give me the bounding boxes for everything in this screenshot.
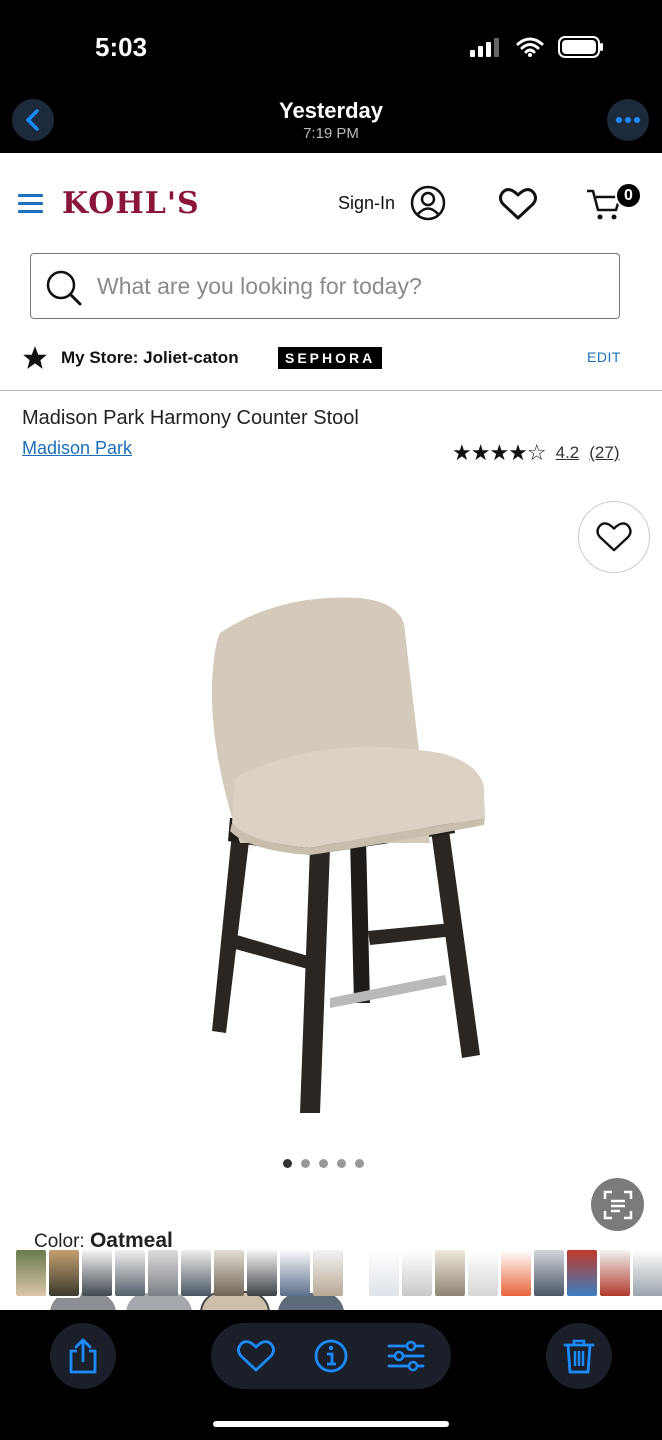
kohls-logo[interactable]: KOHL'S — [62, 186, 200, 221]
sliders-icon[interactable] — [387, 1338, 425, 1374]
hamburger-menu-icon[interactable] — [18, 193, 44, 215]
photo-thumbnail[interactable] — [435, 1250, 465, 1296]
kohls-product-page: KOHL'S Sign-In 0 My Store: Joliet-caton … — [0, 153, 662, 1310]
store-bar: My Store: Joliet-caton SEPHORA EDIT — [0, 333, 662, 391]
ellipsis-icon — [616, 117, 640, 123]
photo-thumbnail[interactable] — [501, 1250, 531, 1296]
photo-thumbnail[interactable] — [313, 1250, 343, 1296]
photos-toolbar — [0, 1310, 662, 1440]
heart-icon — [596, 522, 632, 552]
cart-count-badge: 0 — [615, 182, 642, 209]
sephora-badge[interactable]: SEPHORA — [278, 347, 383, 369]
photo-thumbnail[interactable] — [600, 1250, 630, 1296]
thumbnail-gap — [346, 1250, 366, 1296]
photo-thumbnail[interactable] — [247, 1250, 277, 1296]
photo-thumbnail[interactable] — [567, 1250, 597, 1296]
review-count[interactable]: (27) — [589, 443, 619, 463]
add-to-wishlist-button[interactable] — [578, 501, 650, 573]
star-icon — [23, 346, 47, 369]
search-icon — [46, 270, 82, 306]
photo-thumbnail[interactable] — [280, 1250, 310, 1296]
brand-link[interactable]: Madison Park — [22, 438, 132, 459]
carousel-dot[interactable] — [301, 1159, 310, 1168]
photo-thumbnail[interactable] — [181, 1250, 211, 1296]
site-header: KOHL'S Sign-In 0 — [0, 153, 662, 253]
photo-thumbnail[interactable] — [468, 1250, 498, 1296]
rating-value[interactable]: 4.2 — [556, 443, 580, 463]
color-value: Oatmeal — [89, 1229, 173, 1252]
share-button[interactable] — [50, 1323, 116, 1389]
product-rating[interactable]: ★★★★☆ 4.2 (27) — [452, 440, 620, 466]
battery-icon — [558, 36, 603, 58]
user-icon[interactable] — [410, 185, 446, 221]
more-button[interactable] — [607, 99, 649, 141]
wifi-icon — [516, 37, 544, 57]
carousel-dot[interactable] — [337, 1159, 346, 1168]
image-carousel-dots[interactable] — [283, 1159, 364, 1168]
status-time: 5:03 — [95, 32, 148, 62]
edit-store-link[interactable]: EDIT — [587, 349, 621, 365]
rating-stars: ★★★★☆ — [452, 440, 547, 465]
photos-nav-bar: Yesterday 7:19 PM — [0, 96, 662, 153]
heart-icon[interactable] — [499, 187, 537, 221]
carousel-dot[interactable] — [283, 1159, 292, 1168]
photo-thumbnail[interactable] — [633, 1250, 662, 1296]
photo-thumbnail[interactable] — [115, 1250, 145, 1296]
photo-thumbnail[interactable] — [148, 1250, 178, 1296]
status-bar: 5:03 — [0, 0, 662, 96]
carousel-dot[interactable] — [355, 1159, 364, 1168]
photo-thumbnail[interactable] — [534, 1250, 564, 1296]
live-text-button[interactable] — [591, 1178, 644, 1231]
photo-thumbnail[interactable] — [402, 1250, 432, 1296]
photo-thumbnail[interactable] — [369, 1250, 399, 1296]
live-text-icon — [603, 1190, 632, 1219]
product-title: Madison Park Harmony Counter Stool — [22, 407, 359, 429]
photo-time-subtitle: 7:19 PM — [303, 125, 359, 142]
trash-icon — [563, 1339, 595, 1374]
share-icon — [69, 1338, 97, 1374]
my-store-label[interactable]: My Store: Joliet-caton — [61, 348, 239, 368]
favorite-heart-icon[interactable] — [237, 1338, 275, 1374]
search-input[interactable] — [97, 267, 597, 305]
photo-thumbnail[interactable] — [214, 1250, 244, 1296]
status-icons — [470, 36, 604, 58]
photo-thumbnail[interactable] — [82, 1250, 112, 1296]
product-image-counter-stool[interactable] — [190, 593, 490, 1123]
search-bar[interactable] — [30, 253, 620, 319]
sign-in-link[interactable]: Sign-In — [338, 193, 395, 214]
home-indicator[interactable] — [213, 1421, 449, 1427]
info-icon[interactable] — [313, 1338, 349, 1374]
photo-thumbnail[interactable] — [16, 1250, 46, 1296]
photo-thumbnail-strip[interactable] — [16, 1248, 662, 1298]
photo-date-title: Yesterday — [279, 98, 383, 123]
color-prefix: Color: — [34, 1231, 85, 1252]
photo-actions-group — [211, 1323, 451, 1389]
cellular-signal-icon — [470, 38, 499, 57]
carousel-dot[interactable] — [319, 1159, 328, 1168]
photo-thumbnail[interactable] — [47, 1248, 81, 1298]
delete-button[interactable] — [546, 1323, 612, 1389]
